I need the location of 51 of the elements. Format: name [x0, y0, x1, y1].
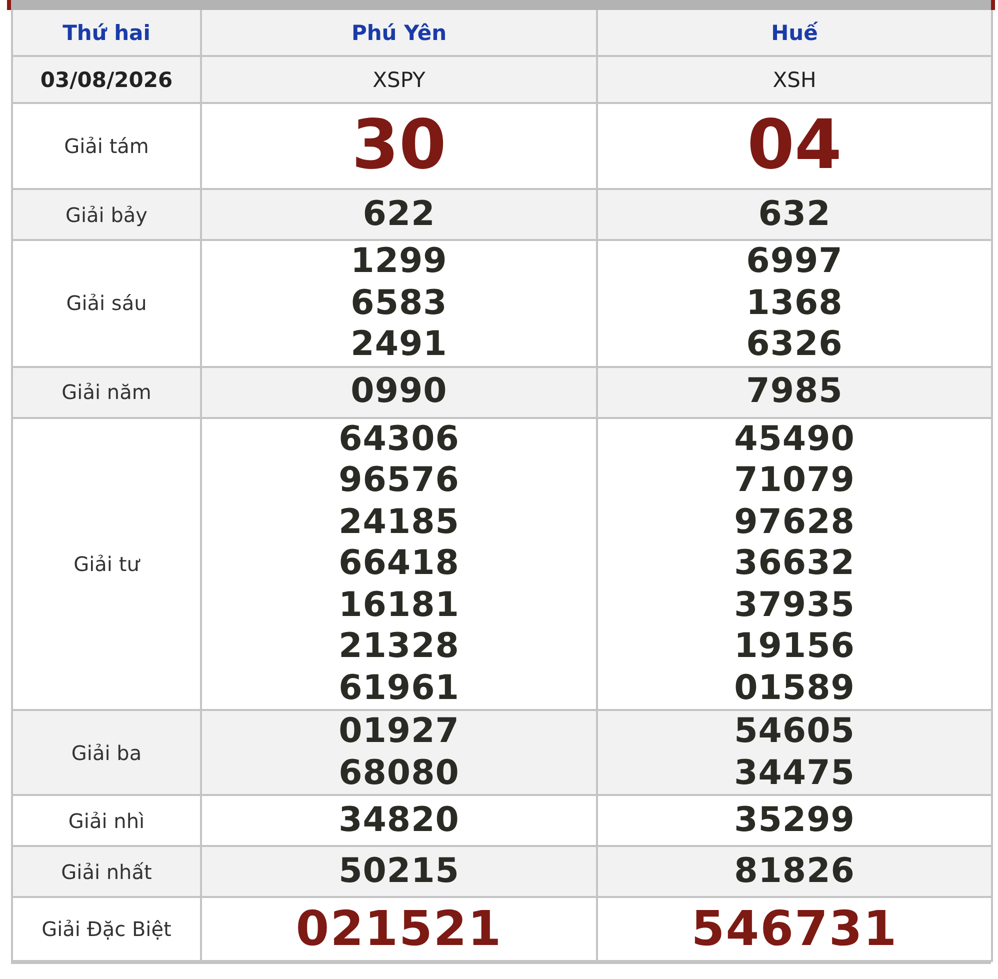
- lottery-code: XSPY: [372, 68, 426, 92]
- prize-number: 01589: [734, 668, 855, 709]
- prize-number: 6997: [746, 241, 843, 282]
- prize-number: 24185: [338, 502, 460, 543]
- prize-number: 19156: [734, 626, 855, 668]
- prize-number: 54605: [734, 711, 855, 752]
- prize-label: Giải nhất: [61, 860, 152, 884]
- prize-label: Giải sáu: [66, 291, 147, 316]
- prize-number: 34475: [734, 752, 855, 794]
- prize-number: 37935: [734, 584, 855, 626]
- prize-number: 35299: [734, 800, 855, 842]
- prize-label: Giải nhì: [68, 808, 145, 832]
- draw-date: 03/08/2026: [40, 68, 173, 92]
- prize-number: 45490: [734, 418, 855, 460]
- prize-number: 34820: [338, 800, 460, 842]
- prize-number: 66418: [338, 543, 460, 584]
- prize-number: 04: [747, 105, 842, 187]
- prize-number: 0990: [350, 371, 448, 413]
- day-heading: Thứ hai: [62, 20, 150, 44]
- prize-number: 6583: [350, 282, 448, 324]
- prize-number: 16181: [338, 584, 460, 626]
- prize-number: 64306: [338, 418, 460, 460]
- prize-number: 1299: [350, 241, 448, 282]
- province-heading: Phú Yên: [351, 20, 447, 44]
- prize-number: 97628: [734, 502, 855, 543]
- prize-label: Giải tám: [64, 134, 149, 158]
- province-heading: Huế: [771, 20, 818, 44]
- prize-number: 68080: [338, 752, 460, 794]
- prize-number: 021521: [296, 900, 502, 959]
- prize-label: Giải Đặc Biệt: [42, 917, 172, 941]
- prize-number: 30: [352, 105, 446, 187]
- prize-number: 6326: [746, 324, 843, 366]
- prize-label: Giải năm: [62, 380, 152, 404]
- prize-number: 61961: [338, 668, 460, 709]
- prize-number: 50215: [338, 850, 460, 892]
- prize-number: 7985: [746, 371, 843, 413]
- prize-label: Giải bảy: [65, 202, 148, 226]
- prize-number: 622: [362, 194, 436, 236]
- prize-number: 632: [758, 194, 831, 236]
- prize-number: 546731: [691, 900, 898, 959]
- lottery-code: XSH: [772, 68, 816, 92]
- prize-label: Giải tư: [74, 552, 140, 576]
- prize-number: 71079: [734, 460, 855, 502]
- prize-label: Giải ba: [71, 740, 142, 764]
- prize-number: 01927: [338, 711, 460, 752]
- prize-number: 96576: [338, 460, 460, 502]
- prize-number: 1368: [746, 282, 843, 324]
- prize-number: 81826: [734, 850, 855, 892]
- prize-number: 21328: [338, 626, 460, 668]
- prize-number: 36632: [734, 543, 855, 584]
- prize-number: 2491: [350, 324, 448, 366]
